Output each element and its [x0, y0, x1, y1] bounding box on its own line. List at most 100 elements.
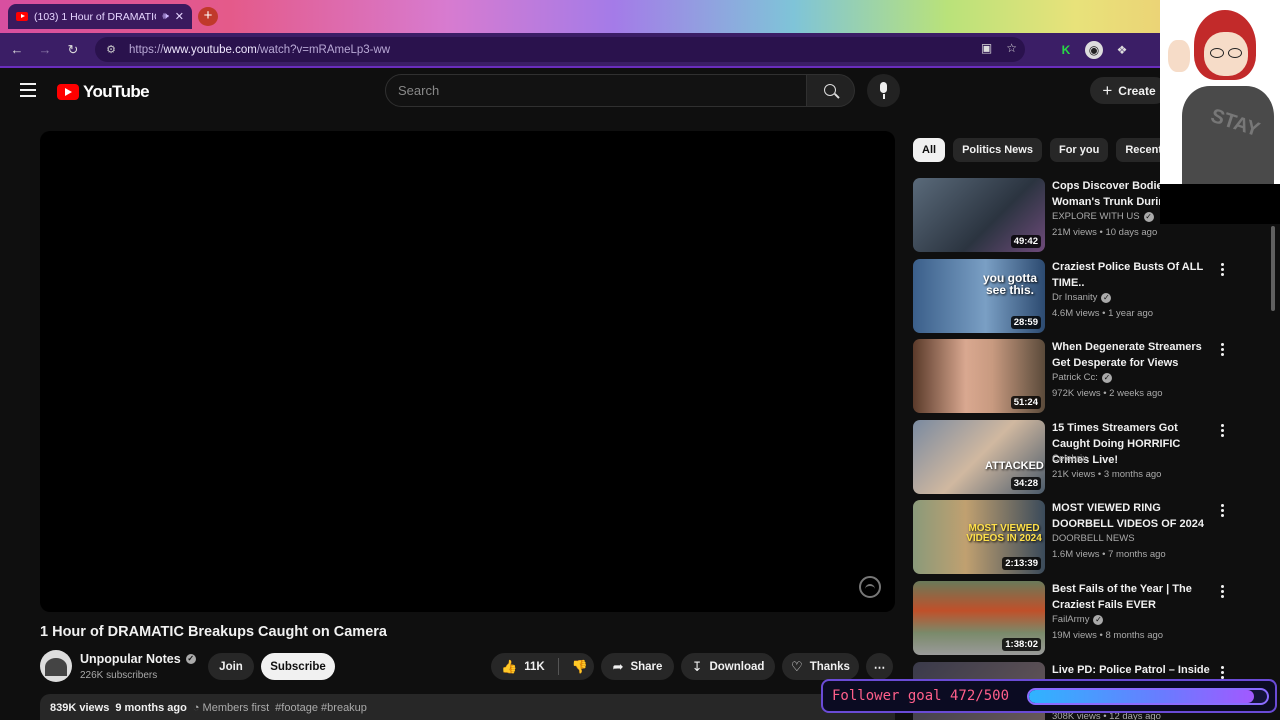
video-thumbnail[interactable]: you gotta see this. 28:59: [913, 259, 1045, 333]
list-item[interactable]: 1:38:02 Best Fails of the Year | The Cra…: [913, 581, 1263, 656]
rec-channel-name[interactable]: Dr Insanity: [1052, 292, 1097, 303]
list-item[interactable]: 51:24 When Degenerate Streamers Get Desp…: [913, 339, 1263, 414]
rec-title[interactable]: When Degenerate Streamers Get Desperate …: [1052, 339, 1217, 371]
follower-goal-progress-bar: [1027, 688, 1269, 705]
more-vertical-icon[interactable]: [1220, 263, 1226, 277]
more-vertical-icon[interactable]: [1220, 504, 1226, 518]
rec-title[interactable]: Live PD: Police Patrol – Inside: [1052, 662, 1217, 678]
view-count: 839K views: [50, 702, 110, 714]
chip-all[interactable]: All: [913, 138, 946, 162]
subscriber-count: 226K subscribers: [80, 670, 158, 681]
thumbs-down-icon[interactable]: 👎: [572, 659, 588, 675]
video-thumbnail[interactable]: 51:24: [913, 339, 1045, 413]
glasses-icon: [1210, 48, 1224, 58]
thanks-heart-icon: ♡: [791, 658, 803, 674]
more-actions-button[interactable]: ⋯: [866, 653, 893, 680]
speaker-icon[interactable]: 🕪: [162, 11, 168, 22]
verified-check-icon: ✓: [185, 654, 196, 664]
avatar-shirt: [1182, 86, 1274, 184]
video-thumbnail[interactable]: 1:38:02: [913, 581, 1045, 655]
video-player[interactable]: [40, 131, 895, 612]
more-horizontal-icon: ⋯: [873, 661, 886, 674]
browser-tab-active[interactable]: (103) 1 Hour of DRAMATIC 🕪 ✕: [8, 4, 192, 29]
channel-name-text[interactable]: Unpopular Notes: [80, 652, 181, 666]
search-input[interactable]: [385, 74, 807, 107]
page-scrollbar[interactable]: [1271, 226, 1275, 311]
chip-politics-news[interactable]: Politics News: [953, 138, 1042, 162]
rec-channel[interactable]: EXPLORE WITH US ✓: [1052, 211, 1154, 222]
rec-channel-name[interactable]: DOORBELL NEWS: [1052, 533, 1135, 544]
verified-check-icon: ✓: [1101, 292, 1112, 303]
reload-icon[interactable]: ↻: [64, 41, 82, 59]
list-item[interactable]: ATTACKED 34:28 15 Times Streamers Got Ca…: [913, 420, 1263, 495]
thumbs-up-hand: [1168, 40, 1190, 72]
voice-search-mic-icon[interactable]: [867, 74, 900, 107]
more-vertical-icon[interactable]: [1220, 585, 1226, 599]
rec-title[interactable]: Craziest Police Busts Of ALL TIME..: [1052, 259, 1217, 291]
thumbs-up-icon[interactable]: 👍: [501, 659, 517, 675]
glasses-icon: [1228, 48, 1242, 58]
thumbnail-caption: you gotta see this.: [983, 271, 1037, 297]
like-dislike-group: 👍 11K 👎: [491, 653, 594, 680]
join-button[interactable]: Join: [208, 653, 254, 680]
like-count[interactable]: 11K: [524, 661, 544, 673]
more-vertical-icon[interactable]: [1220, 424, 1226, 438]
more-vertical-icon[interactable]: [1220, 666, 1226, 680]
forward-arrow-icon[interactable]: →: [36, 41, 54, 59]
youtube-favicon-icon: [16, 12, 28, 21]
video-title: 1 Hour of DRAMATIC Breakups Caught on Ca…: [40, 624, 387, 640]
rec-meta: 21M views • 10 days ago: [1052, 227, 1158, 238]
duration-badge: 28:59: [1010, 316, 1041, 329]
extension-k-icon[interactable]: K: [1057, 41, 1075, 59]
create-button[interactable]: + Create: [1090, 77, 1168, 104]
site-settings-icon[interactable]: ⚙: [103, 42, 119, 58]
rec-title[interactable]: MOST VIEWED RING DOORBELL VIDEOS OF 2024: [1052, 500, 1217, 532]
close-tab-icon[interactable]: ✕: [175, 10, 184, 23]
search-button[interactable]: [807, 74, 855, 107]
download-button[interactable]: ↧ Download: [681, 653, 775, 680]
install-app-icon[interactable]: ▣: [981, 41, 992, 55]
rec-channel[interactable]: DOORBELL NEWS: [1052, 533, 1135, 544]
description-box[interactable]: 839K views 9 months ago ◔ Members first …: [40, 694, 895, 720]
youtube-logo[interactable]: YouTube: [57, 82, 150, 102]
rec-channel[interactable]: Celebrix: [1052, 453, 1087, 464]
url-text[interactable]: https://www.youtube.com/watch?v=mRAmeLp3…: [129, 44, 390, 56]
verified-check-icon: ✓: [1143, 211, 1154, 222]
rec-channel-name[interactable]: Patrick Cc:: [1052, 372, 1098, 383]
channel-watermark-icon[interactable]: [859, 576, 881, 598]
omnibox[interactable]: ⚙ https://www.youtube.com/watch?v=mRAmeL…: [95, 37, 1025, 62]
extensions-puzzle-icon[interactable]: ❖: [1113, 41, 1131, 59]
thanks-button[interactable]: ♡ Thanks: [782, 653, 859, 680]
bookmark-star-icon[interactable]: ☆: [1006, 41, 1017, 55]
menu-hamburger-icon[interactable]: [20, 83, 36, 97]
rec-title[interactable]: Best Fails of the Year | The Craziest Fa…: [1052, 581, 1217, 613]
rec-channel[interactable]: FailArmy ✓: [1052, 614, 1104, 625]
back-arrow-icon[interactable]: ←: [8, 41, 26, 59]
chip-for-you[interactable]: For you: [1049, 138, 1109, 162]
duration-badge: 1:38:02: [1002, 638, 1041, 651]
search-icon: [824, 84, 836, 96]
channel-avatar[interactable]: [40, 650, 72, 682]
rec-channel-name[interactable]: FailArmy: [1052, 614, 1089, 625]
thumbnail-caption: ATTACKED: [985, 460, 1044, 472]
rec-channel-name[interactable]: Celebrix: [1052, 453, 1087, 464]
extension-circle-icon[interactable]: ◉: [1085, 41, 1103, 59]
youtube-play-icon: [57, 84, 79, 100]
rec-channel-name[interactable]: EXPLORE WITH US: [1052, 211, 1140, 222]
rec-channel[interactable]: Patrick Cc: ✓: [1052, 372, 1112, 383]
rec-channel[interactable]: Dr Insanity ✓: [1052, 292, 1112, 303]
hashtags[interactable]: #footage #breakup: [275, 702, 367, 720]
logo-text: YouTube: [83, 82, 150, 101]
video-thumbnail[interactable]: 49:42: [913, 178, 1045, 252]
subscribe-button[interactable]: Subscribe: [261, 653, 335, 680]
share-button[interactable]: ➦ Share: [601, 653, 674, 680]
more-vertical-icon[interactable]: [1220, 343, 1226, 357]
list-item[interactable]: MOST VIEWED VIDEOS IN 2024 2:13:39 MOST …: [913, 500, 1263, 575]
browser-tab-strip: (103) 1 Hour of DRAMATIC 🕪 ✕ +: [0, 0, 1280, 33]
download-label: Download: [709, 660, 765, 673]
new-tab-button[interactable]: +: [198, 7, 218, 26]
video-thumbnail[interactable]: MOST VIEWED VIDEOS IN 2024 2:13:39: [913, 500, 1045, 574]
video-thumbnail[interactable]: ATTACKED 34:28: [913, 420, 1045, 494]
list-item[interactable]: you gotta see this. 28:59 Craziest Polic…: [913, 259, 1263, 334]
channel-name[interactable]: Unpopular Notes ✓: [80, 652, 196, 666]
